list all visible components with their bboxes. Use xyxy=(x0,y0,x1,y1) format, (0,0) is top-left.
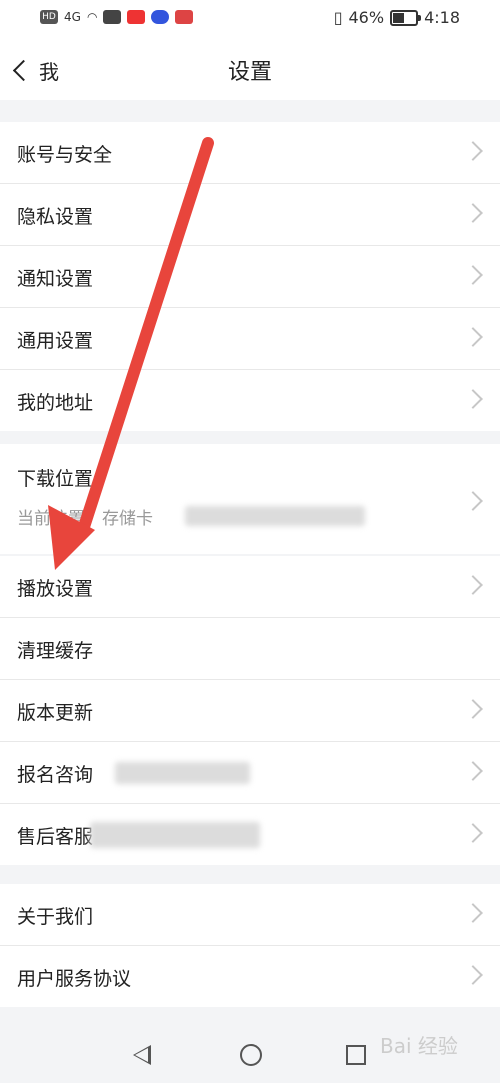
settings-group-misc: 播放设置 清理缓存 版本更新 报名咨询 售后客服 xyxy=(0,556,500,865)
chevron-right-icon xyxy=(463,699,483,719)
row-label: 下载位置 xyxy=(17,468,94,490)
row-label: 播放设置 xyxy=(17,578,94,600)
signal-icon: 4G xyxy=(64,10,81,24)
chevron-right-icon xyxy=(463,491,483,511)
settings-group-about: 关于我们 用户服务协议 xyxy=(0,884,500,1007)
watermark: Bai 经验 xyxy=(380,1034,458,1058)
chevron-right-icon xyxy=(463,327,483,347)
row-after-sales[interactable]: 售后客服 xyxy=(0,804,500,865)
row-label: 通知设置 xyxy=(17,268,94,290)
wifi-icon: ◠ xyxy=(86,10,98,24)
chevron-right-icon xyxy=(463,903,483,923)
row-label: 清理缓存 xyxy=(17,640,94,662)
row-label: 报名咨询 xyxy=(17,764,94,786)
app-icon xyxy=(175,10,194,24)
battery-icon xyxy=(390,9,422,26)
app-icon xyxy=(127,10,146,24)
row-version-update[interactable]: 版本更新 xyxy=(0,680,500,742)
chevron-right-icon xyxy=(463,965,483,985)
hd-icon: HD xyxy=(40,10,58,24)
chevron-right-icon xyxy=(463,389,483,409)
app-icon xyxy=(151,10,170,24)
row-clear-cache[interactable]: 清理缓存 xyxy=(0,618,500,680)
chevron-right-icon xyxy=(463,265,483,285)
chevron-right-icon xyxy=(463,203,483,223)
settings-group-download: 下载位置 当前位置：存储卡 xyxy=(0,444,500,554)
redacted-blur xyxy=(90,822,260,848)
nav-bar: 我 设置 xyxy=(0,40,500,100)
row-user-agreement[interactable]: 用户服务协议 xyxy=(0,946,500,1007)
row-notification[interactable]: 通知设置 xyxy=(0,246,500,308)
system-back-icon[interactable] xyxy=(133,1045,151,1065)
row-address[interactable]: 我的地址 xyxy=(0,370,500,431)
row-label: 通用设置 xyxy=(17,330,94,352)
chevron-right-icon xyxy=(463,575,483,595)
status-left-icons: HD 4G ◠ xyxy=(40,10,194,24)
status-right: ▯ 46% 4:18 xyxy=(334,8,460,27)
system-home-icon[interactable] xyxy=(240,1044,262,1066)
settings-group-account: 账号与安全 隐私设置 通知设置 通用设置 我的地址 xyxy=(0,122,500,431)
app-icon xyxy=(103,10,122,24)
row-label: 版本更新 xyxy=(17,702,94,724)
row-download-location[interactable]: 下载位置 当前位置：存储卡 xyxy=(0,444,500,554)
row-account-security[interactable]: 账号与安全 xyxy=(0,122,500,184)
clock: 4:18 xyxy=(424,8,460,27)
battery-percent: 46% xyxy=(348,8,385,27)
row-privacy[interactable]: 隐私设置 xyxy=(0,184,500,246)
vibrate-icon: ▯ xyxy=(333,8,343,27)
download-path: 当前位置：存储卡 xyxy=(17,509,153,529)
redacted-blur xyxy=(115,762,250,784)
row-label: 关于我们 xyxy=(17,906,94,928)
row-general[interactable]: 通用设置 xyxy=(0,308,500,370)
status-bar: HD 4G ◠ ▯ 46% 4:18 xyxy=(0,0,500,40)
row-label: 用户服务协议 xyxy=(17,968,132,990)
row-label: 我的地址 xyxy=(17,392,94,414)
chevron-right-icon xyxy=(463,823,483,843)
chevron-right-icon xyxy=(463,761,483,781)
row-label: 隐私设置 xyxy=(17,206,94,228)
row-playback[interactable]: 播放设置 xyxy=(0,556,500,618)
system-recent-apps-icon[interactable] xyxy=(346,1045,366,1065)
row-about-us[interactable]: 关于我们 xyxy=(0,884,500,946)
row-label: 账号与安全 xyxy=(17,144,113,166)
row-label: 售后客服 xyxy=(17,826,94,848)
page-title: 设置 xyxy=(227,60,272,85)
row-enrollment-consult[interactable]: 报名咨询 xyxy=(0,742,500,804)
chevron-right-icon xyxy=(463,141,483,161)
redacted-blur xyxy=(185,506,365,526)
